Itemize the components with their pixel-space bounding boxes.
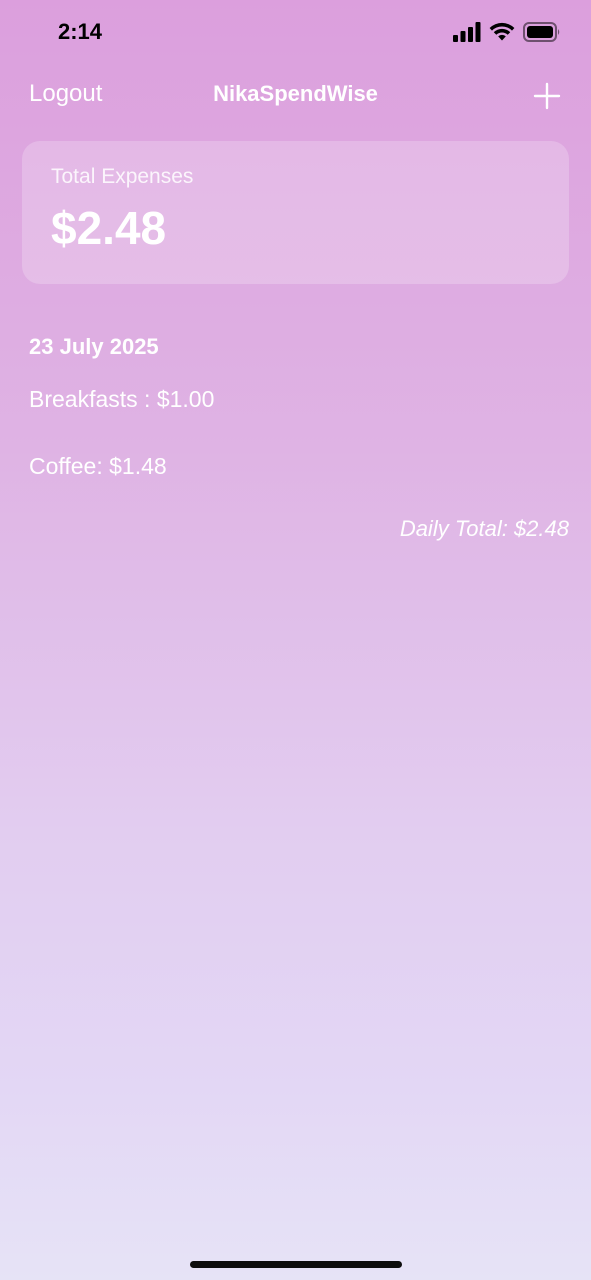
home-indicator[interactable] (190, 1261, 402, 1268)
wifi-icon (489, 22, 515, 41)
cellular-signal-icon (453, 22, 481, 42)
total-expenses-card: Total Expenses $2.48 (22, 141, 569, 284)
logout-button[interactable]: Logout (29, 80, 102, 108)
status-time: 2:14 (58, 19, 103, 44)
day-section: 23 July 2025 Breakfasts : $1.00 Coffee: … (29, 334, 569, 541)
total-expenses-label: Total Expenses (51, 165, 194, 188)
nav-bar: Logout NikaSpendWise (0, 70, 591, 120)
status-bar: 2:14 (0, 0, 591, 62)
expense-item[interactable]: Breakfasts : $1.00 (29, 386, 214, 413)
status-icons (453, 22, 561, 42)
daily-total: Daily Total: $2.48 (399, 516, 569, 541)
plus-icon[interactable] (533, 82, 561, 110)
expense-item[interactable]: Coffee: $1.48 (29, 453, 167, 480)
battery-icon (523, 22, 560, 42)
total-expenses-value: $2.48 (51, 202, 167, 254)
day-date: 23 July 2025 (29, 334, 159, 359)
